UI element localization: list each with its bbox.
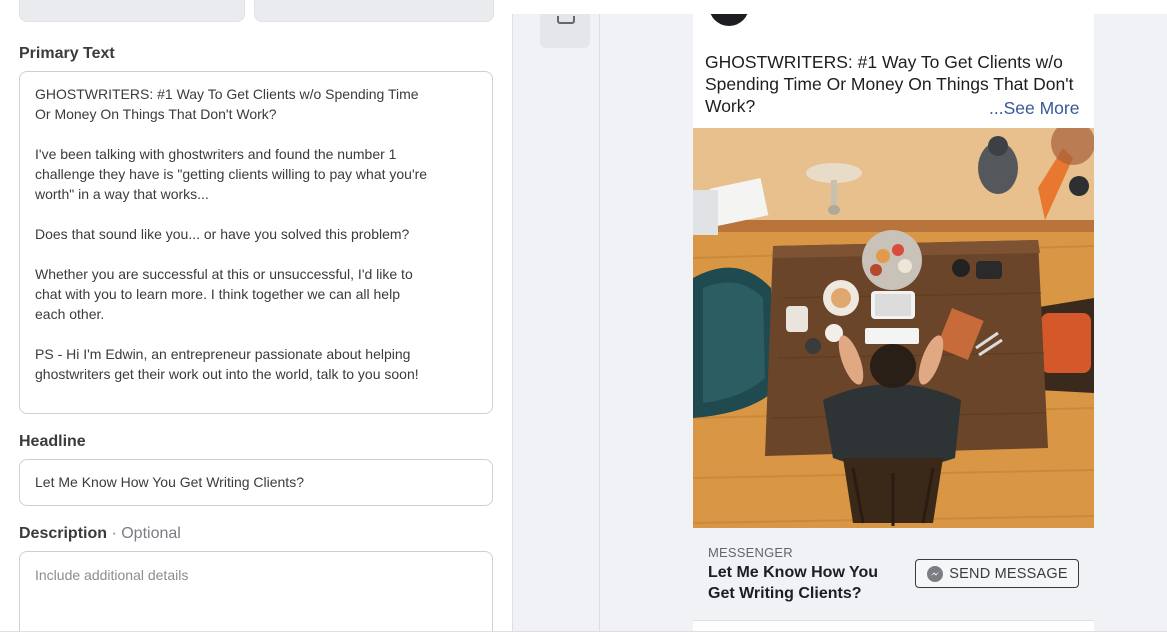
primary-text-paragraph: PS - Hi I'm Edwin, an entrepreneur passi…: [35, 346, 419, 382]
preview-tool-button[interactable]: [540, 14, 590, 48]
optional-tag: · Optional: [107, 525, 181, 542]
headline-label: Headline: [19, 433, 86, 450]
primary-text-paragraph: Does that sound like you... or have you …: [35, 226, 410, 242]
ad-image: [693, 128, 1094, 528]
primary-text-paragraph: Whether you are successful at this or un…: [35, 266, 413, 322]
see-more-link[interactable]: ...See More: [989, 97, 1079, 119]
truncated-field-left[interactable]: [19, 0, 245, 22]
primary-text-field[interactable]: GHOSTWRITERS: #1 Way To Get Clients w/o …: [19, 71, 493, 414]
send-message-label: SEND MESSAGE: [949, 565, 1068, 582]
cta-bar: MESSENGER Let Me Know How You Get Writin…: [693, 528, 1094, 621]
description-label: Description · Optional: [19, 525, 181, 543]
primary-text-label: Primary Text: [19, 45, 115, 62]
tray-icon: [557, 16, 575, 24]
cta-headline: Let Me Know How You Get Writing Clients?: [708, 564, 879, 602]
description-field[interactable]: Include additional details: [19, 551, 493, 631]
truncated-field-right[interactable]: [254, 0, 494, 22]
description-label-text: Description: [19, 525, 108, 542]
send-message-button[interactable]: SEND MESSAGE: [915, 559, 1079, 588]
ad-preview-card: GHOSTWRITERS: #1 Way To Get Clients w/o …: [693, 14, 1094, 631]
primary-text-paragraph: I've been talking with ghostwriters and …: [35, 146, 428, 202]
headline-field[interactable]: Let Me Know How You Get Writing Clients?: [19, 459, 493, 506]
messenger-icon: [927, 565, 944, 582]
description-placeholder: Include additional details: [35, 567, 189, 583]
ad-editor-panel: Primary Text GHOSTWRITERS: #1 Way To Get…: [0, 0, 512, 631]
headline-value: Let Me Know How You Get Writing Clients?: [35, 474, 304, 490]
avatar: [709, 14, 749, 26]
divider: [599, 14, 600, 631]
cta-kicker: MESSENGER: [708, 545, 793, 560]
ad-preview-panel: GHOSTWRITERS: #1 Way To Get Clients w/o …: [512, 14, 1167, 631]
primary-text-paragraph: GHOSTWRITERS: #1 Way To Get Clients w/o …: [35, 86, 419, 122]
